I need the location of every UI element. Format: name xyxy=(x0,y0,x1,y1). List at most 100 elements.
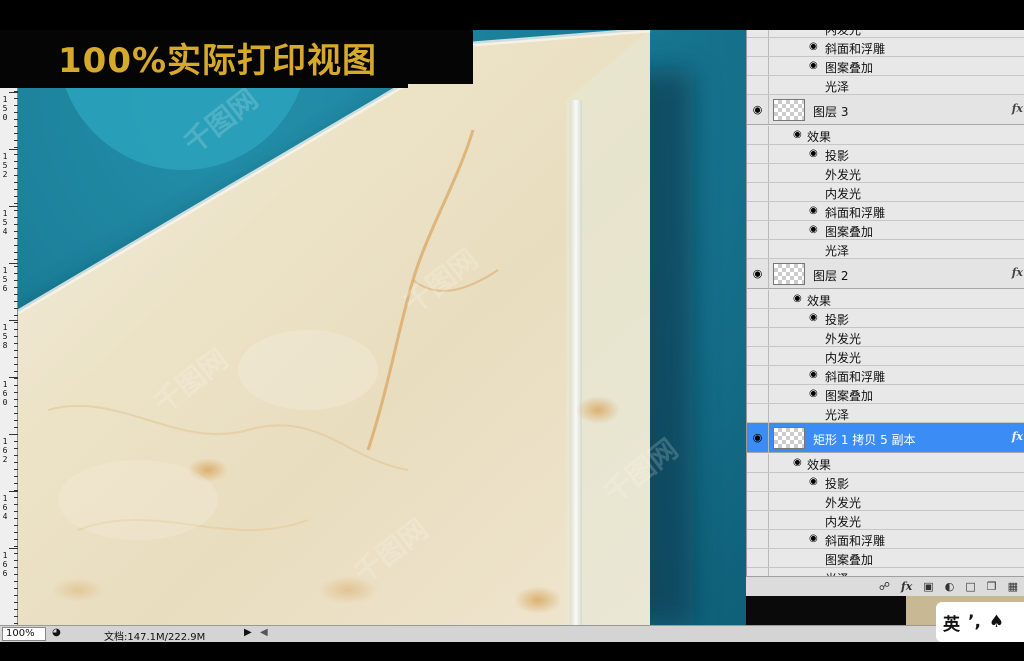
eye-icon[interactable]: ◉ xyxy=(809,533,818,544)
effect-row[interactable]: ◉ 斜面和浮雕 xyxy=(747,38,1024,57)
visibility-toggle[interactable]: ◉ xyxy=(747,259,769,288)
effects-group-row[interactable]: ◉ 效果 xyxy=(747,290,1024,309)
visibility-toggle[interactable] xyxy=(747,240,769,258)
effect-row[interactable]: 内发光 xyxy=(747,30,1024,38)
eye-icon[interactable]: ◉ xyxy=(793,129,802,140)
effect-row[interactable]: ◉ 斜面和浮雕 xyxy=(747,530,1024,549)
status-menu-icon[interactable]: ◕ xyxy=(52,627,61,638)
eye-icon[interactable]: ◉ xyxy=(753,268,763,279)
effect-row[interactable]: 光泽 xyxy=(747,76,1024,95)
eye-icon[interactable]: ◉ xyxy=(753,432,763,443)
visibility-toggle[interactable] xyxy=(747,202,769,220)
top-bar xyxy=(0,0,1024,30)
effects-group-row[interactable]: ◉ 效果 xyxy=(747,126,1024,145)
effect-row[interactable]: 外发光 xyxy=(747,492,1024,511)
ruler-tick xyxy=(14,518,18,519)
visibility-toggle[interactable] xyxy=(747,30,769,37)
layer-name[interactable]: 图层 2 xyxy=(813,267,848,284)
visibility-toggle[interactable]: ◉ xyxy=(747,423,769,452)
ime-toolbar[interactable]: 英 ’, ♠ xyxy=(936,602,1024,642)
effect-row[interactable]: 内发光 xyxy=(747,511,1024,530)
effect-row[interactable]: 外发光 xyxy=(747,164,1024,183)
eye-icon[interactable]: ◉ xyxy=(809,205,818,216)
visibility-toggle[interactable] xyxy=(747,38,769,56)
visibility-toggle[interactable] xyxy=(747,549,769,567)
effect-row[interactable]: ◉ 图案叠加 xyxy=(747,385,1024,404)
layer-thumbnail[interactable] xyxy=(773,99,805,121)
effect-row[interactable]: ◉ 图案叠加 xyxy=(747,221,1024,240)
visibility-toggle[interactable] xyxy=(747,366,769,384)
visibility-toggle[interactable] xyxy=(747,473,769,491)
effects-group-row[interactable]: ◉ 效果 xyxy=(747,454,1024,473)
eye-icon[interactable]: ◉ xyxy=(753,104,763,115)
eye-icon[interactable]: ◉ xyxy=(809,312,818,323)
layers-panel[interactable]: 内发光 ◉ 斜面和浮雕 ◉ 图案叠加 光泽 ◉ 图层 3 fx ◉ 效果 ◉ 投影 外发光 内发光 ◉ 斜面和浮… xyxy=(746,30,1024,596)
eye-icon[interactable]: ◉ xyxy=(809,388,818,399)
layer-row[interactable]: ◉ 图层 3 fx xyxy=(747,95,1024,125)
effect-row[interactable]: 内发光 xyxy=(747,347,1024,366)
effect-row[interactable]: ◉ 斜面和浮雕 xyxy=(747,366,1024,385)
visibility-toggle[interactable] xyxy=(747,76,769,94)
visibility-toggle[interactable] xyxy=(747,347,769,365)
eye-icon[interactable]: ◉ xyxy=(809,148,818,159)
folder-icon[interactable]: □ xyxy=(965,581,975,592)
visibility-toggle[interactable] xyxy=(747,404,769,422)
layer-row[interactable]: ◉ 矩形 1 拷贝 5 副本 fx xyxy=(747,423,1024,453)
visibility-toggle[interactable] xyxy=(747,164,769,182)
scroll-left-icon[interactable]: ◀ xyxy=(260,627,268,638)
visibility-toggle[interactable] xyxy=(747,57,769,75)
layer-thumbnail[interactable] xyxy=(773,427,805,449)
status-arrow-icon[interactable]: ▶ xyxy=(244,627,252,638)
eye-icon[interactable]: ◉ xyxy=(809,476,818,487)
eye-icon[interactable]: ◉ xyxy=(793,293,802,304)
visibility-toggle[interactable] xyxy=(747,454,769,472)
visibility-toggle[interactable] xyxy=(747,145,769,163)
visibility-toggle[interactable] xyxy=(747,530,769,548)
ime-punctuation[interactable]: ’, xyxy=(968,612,981,632)
visibility-toggle[interactable] xyxy=(747,492,769,510)
layer-thumbnail[interactable] xyxy=(773,263,805,285)
eye-icon[interactable]: ◉ xyxy=(809,41,818,52)
ime-language[interactable]: 英 xyxy=(943,610,960,635)
fx-icon[interactable]: fx xyxy=(901,581,912,592)
visibility-toggle[interactable] xyxy=(747,328,769,346)
visibility-toggle[interactable] xyxy=(747,221,769,239)
effect-row[interactable]: 光泽 xyxy=(747,404,1024,423)
eye-icon[interactable]: ◉ xyxy=(793,457,802,468)
visibility-toggle[interactable] xyxy=(747,290,769,308)
effect-row[interactable]: 图案叠加 xyxy=(747,549,1024,568)
visibility-toggle[interactable] xyxy=(747,309,769,327)
mask-icon[interactable]: ▣ xyxy=(923,581,933,592)
vertical-ruler[interactable]: 150152154156158160162164166 xyxy=(0,84,18,625)
trash-icon[interactable]: ▦ xyxy=(1008,581,1018,592)
effect-row[interactable]: ◉ 投影 xyxy=(747,473,1024,492)
visibility-toggle[interactable] xyxy=(747,511,769,529)
layer-name[interactable]: 矩形 1 拷贝 5 副本 xyxy=(813,431,916,448)
visibility-toggle[interactable]: ◉ xyxy=(747,95,769,124)
effect-row[interactable]: 外发光 xyxy=(747,328,1024,347)
document-canvas[interactable]: 千图网 千图网 千图网 千图网 千图网 xyxy=(18,30,746,625)
effect-row[interactable]: ◉ 斜面和浮雕 xyxy=(747,202,1024,221)
link-icon[interactable]: ☍ xyxy=(879,581,890,592)
effect-row[interactable]: ◉ 投影 xyxy=(747,145,1024,164)
effect-row[interactable]: 光泽 xyxy=(747,240,1024,259)
visibility-toggle[interactable] xyxy=(747,183,769,201)
new-layer-icon[interactable]: ❐ xyxy=(987,581,997,592)
zoom-field[interactable]: 100% xyxy=(2,627,46,641)
fx-badge-icon[interactable]: fx xyxy=(1012,430,1023,443)
fx-badge-icon[interactable]: fx xyxy=(1012,102,1023,115)
shirt-icon[interactable]: ♠ xyxy=(989,612,1004,632)
layer-name[interactable]: 图层 3 xyxy=(813,103,848,120)
eye-icon[interactable]: ◉ xyxy=(809,224,818,235)
adjustment-icon[interactable]: ◐ xyxy=(945,581,955,592)
fx-badge-icon[interactable]: fx xyxy=(1012,266,1023,279)
effect-row[interactable]: ◉ 投影 xyxy=(747,309,1024,328)
effect-row[interactable]: ◉ 图案叠加 xyxy=(747,57,1024,76)
eye-icon[interactable]: ◉ xyxy=(809,369,818,380)
effect-label: 投影 xyxy=(825,313,850,327)
visibility-toggle[interactable] xyxy=(747,385,769,403)
layer-row[interactable]: ◉ 图层 2 fx xyxy=(747,259,1024,289)
visibility-toggle[interactable] xyxy=(747,126,769,144)
eye-icon[interactable]: ◉ xyxy=(809,60,818,71)
effect-row[interactable]: 内发光 xyxy=(747,183,1024,202)
